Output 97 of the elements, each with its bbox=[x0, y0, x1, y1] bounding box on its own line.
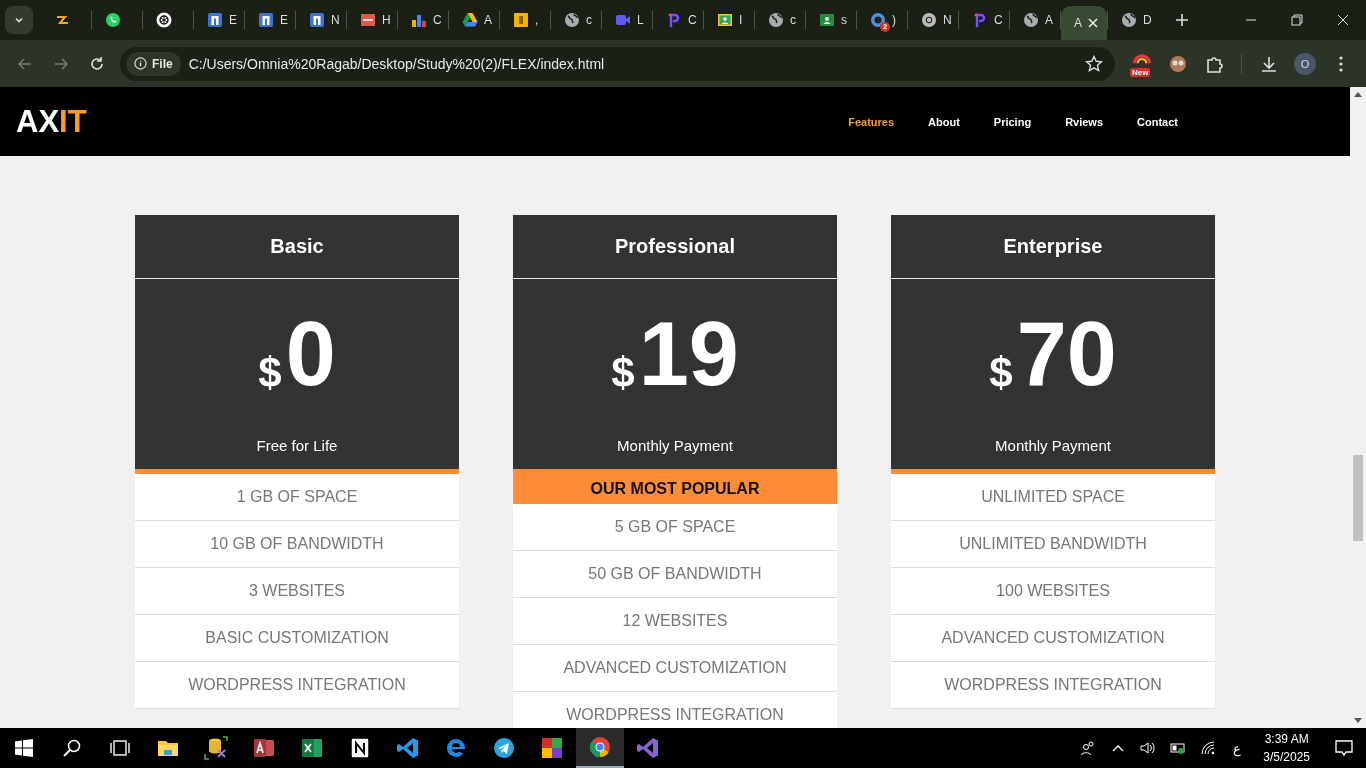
close-icon[interactable] bbox=[1088, 18, 1098, 28]
clock[interactable]: 3:39 AM 3/5/2025 bbox=[1251, 730, 1322, 766]
browser-tab[interactable]: A bbox=[449, 0, 499, 40]
browser-tab[interactable]: E bbox=[245, 0, 295, 40]
plan-title: Enterprise bbox=[891, 215, 1215, 279]
plan-title: Professional bbox=[513, 215, 837, 279]
taskbar-app[interactable] bbox=[576, 728, 624, 768]
scroll-thumb[interactable] bbox=[1353, 455, 1363, 541]
database-tools-icon bbox=[204, 736, 228, 760]
browser-tab[interactable]: C bbox=[653, 0, 703, 40]
p-shape-icon bbox=[972, 12, 988, 28]
scroll-down-icon[interactable] bbox=[1354, 718, 1362, 724]
spreadsheet-icon bbox=[300, 736, 324, 760]
browser-tab[interactable]: N bbox=[296, 0, 346, 40]
plan-title: Basic bbox=[135, 215, 459, 279]
browser-tab[interactable]: A bbox=[1010, 0, 1060, 40]
nav-link[interactable]: Pricing bbox=[993, 115, 1032, 128]
browser-tab[interactable]: , bbox=[500, 0, 550, 40]
letter-tile-icon bbox=[258, 12, 274, 28]
nav-link[interactable]: Features bbox=[848, 115, 895, 128]
nav-link[interactable]: Contact bbox=[1137, 115, 1178, 128]
billing-period: Monthly Payment bbox=[995, 437, 1111, 454]
colored-tiles-icon bbox=[540, 736, 564, 760]
price-amount: 0 bbox=[285, 309, 336, 399]
scroll-up-icon[interactable] bbox=[1354, 91, 1362, 97]
tile-icon bbox=[360, 12, 376, 28]
notification-count: 2 bbox=[880, 22, 890, 32]
browser-tab[interactable]: D bbox=[1108, 0, 1158, 40]
feature-row: WORDPRESS INTEGRATION bbox=[135, 662, 459, 709]
letter-tile-icon bbox=[207, 12, 223, 28]
input-language[interactable]: ع bbox=[1223, 740, 1252, 756]
browser-tab[interactable]: A bbox=[1061, 6, 1107, 40]
info-icon bbox=[134, 57, 147, 70]
feature-row: ADVANCED CUSTOMIZATION bbox=[891, 615, 1215, 662]
price-amount: 70 bbox=[1016, 309, 1117, 399]
url-text: C:/Users/Omnia%20Ragab/Desktop/Study%20(2)/FLEX/index.html bbox=[188, 55, 606, 72]
letter-tile-icon bbox=[309, 12, 325, 28]
browser-tab[interactable]: N bbox=[908, 0, 958, 40]
currency-sign: $ bbox=[611, 352, 635, 394]
globe-icon bbox=[768, 12, 784, 28]
feature-row: UNLIMITED SPACE bbox=[891, 474, 1215, 521]
feature-row: WORDPRESS INTEGRATION bbox=[891, 662, 1215, 709]
browser-tab[interactable]: 2 ) bbox=[857, 0, 907, 40]
extension-button[interactable]: New bbox=[1127, 48, 1157, 79]
feature-row: ADVANCED CUSTOMIZATION bbox=[513, 645, 837, 692]
site-logo[interactable]: AXIT bbox=[16, 103, 87, 140]
person-board-icon bbox=[819, 12, 835, 28]
triangle-icon bbox=[462, 12, 478, 28]
bookmark-star-icon[interactable] bbox=[1085, 54, 1103, 73]
feature-row: 100 WEBSITES bbox=[891, 568, 1215, 615]
popular-banner: OUR MOST POPULAR bbox=[513, 474, 837, 504]
browser-tab[interactable]: C bbox=[398, 0, 448, 40]
rainbow-icon bbox=[1133, 53, 1151, 64]
ring-icon bbox=[870, 12, 886, 28]
tile-icon bbox=[513, 12, 529, 28]
feature-row: 1 GB OF SPACE bbox=[135, 474, 459, 521]
browser-tab[interactable]: c bbox=[551, 0, 601, 40]
globe-icon bbox=[564, 12, 580, 28]
feature-row: 12 WEBSITES bbox=[513, 598, 837, 645]
browser-tab[interactable]: C bbox=[959, 0, 1009, 40]
globe-icon bbox=[1121, 12, 1137, 28]
bar-chart-icon bbox=[411, 12, 427, 28]
site-info-button[interactable]: File bbox=[126, 51, 181, 76]
feature-row: 50 GB OF BANDWIDTH bbox=[513, 551, 837, 598]
feature-row: 3 WEBSITES bbox=[135, 568, 459, 615]
tab-search-button[interactable] bbox=[5, 6, 33, 34]
feature-row: UNLIMITED BANDWIDTH bbox=[891, 521, 1215, 568]
globe-icon bbox=[1023, 12, 1039, 28]
chrome-style-icon bbox=[921, 12, 937, 28]
p-shape-icon bbox=[666, 12, 682, 28]
browser-tab[interactable]: s bbox=[806, 0, 856, 40]
person-board-icon bbox=[717, 12, 733, 28]
billing-period: Monthly Payment bbox=[617, 437, 733, 454]
browser-tab[interactable]: c bbox=[755, 0, 805, 40]
feature-row: 10 GB OF BANDWIDTH bbox=[135, 521, 459, 568]
feature-row: BASIC CUSTOMIZATION bbox=[135, 615, 459, 662]
chat-bubble-icon bbox=[105, 12, 121, 28]
database-app-icon bbox=[252, 736, 276, 760]
browser-tab[interactable]: H bbox=[347, 0, 397, 40]
code-editor-icon bbox=[396, 736, 420, 760]
block-icon bbox=[348, 736, 372, 760]
currency-sign: $ bbox=[258, 352, 282, 394]
browser-tab[interactable]: I bbox=[704, 0, 754, 40]
feature-row: 5 GB OF SPACE bbox=[513, 504, 837, 551]
chrome-style-icon bbox=[588, 735, 612, 759]
price-amount: 19 bbox=[638, 309, 739, 399]
billing-period: Free for Life bbox=[256, 437, 338, 454]
nav-link[interactable]: About bbox=[928, 115, 960, 128]
profile-avatar[interactable]: O bbox=[1294, 52, 1316, 75]
feature-row: WORDPRESS INTEGRATION bbox=[513, 692, 837, 728]
paper-plane-icon bbox=[492, 736, 516, 760]
currency-sign: $ bbox=[989, 352, 1013, 394]
camera-icon bbox=[615, 12, 631, 28]
browser-tab[interactable]: E bbox=[194, 0, 244, 40]
browser-tab[interactable]: L bbox=[602, 0, 652, 40]
address-bar[interactable]: File C:/Users/Omnia%20Ragab/Desktop/Study%20(2)/FLEX/index.html bbox=[120, 46, 1115, 81]
nav-link[interactable]: Rviews bbox=[1065, 115, 1104, 128]
